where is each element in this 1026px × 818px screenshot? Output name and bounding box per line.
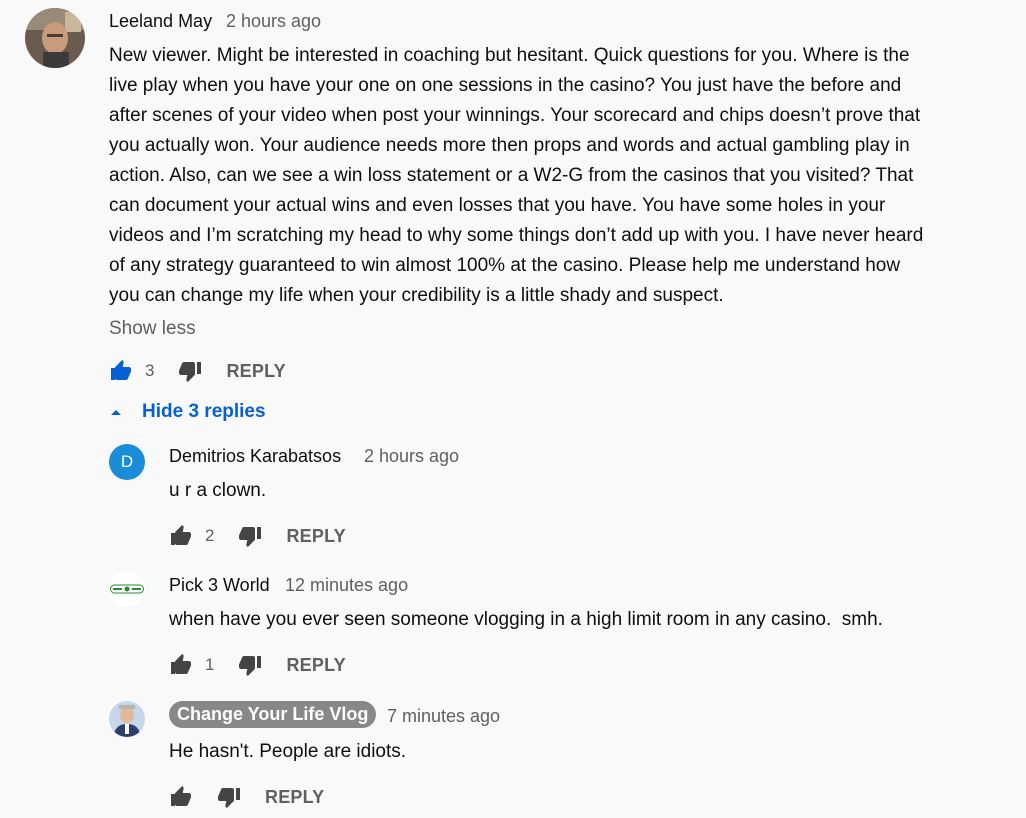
like-count: 2 xyxy=(205,526,215,545)
hide-replies-toggle[interactable]: Hide 3 replies xyxy=(109,401,266,423)
reply-button[interactable]: REPLY xyxy=(226,361,285,382)
avatar-change-your-life-vlog[interactable] xyxy=(109,701,145,737)
thumbs-down-icon xyxy=(179,362,202,382)
thumbs-down-icon xyxy=(239,656,262,676)
pick3world-logo-icon xyxy=(110,584,144,594)
comment-actions: 3 REPLY xyxy=(109,359,286,383)
show-less-link[interactable]: Show less xyxy=(109,318,196,340)
reply-timestamp[interactable]: 12 minutes ago xyxy=(285,575,408,596)
thumbs-down-icon xyxy=(239,527,262,547)
avatar-letter: D xyxy=(120,452,134,471)
like-count: 1 xyxy=(205,655,215,674)
dislike-button[interactable] xyxy=(217,785,241,809)
reply-button[interactable]: REPLY xyxy=(286,655,345,676)
reply-actions: 2 REPLY xyxy=(169,524,346,548)
comment-text-line: can document your actual wins and even l… xyxy=(109,195,886,216)
thumbs-up-icon xyxy=(111,360,131,380)
channel-owner-badge[interactable]: Change Your Life Vlog xyxy=(169,701,377,728)
collapse-arrow-icon xyxy=(109,401,123,423)
comment-text-line: live play when you have your one on one … xyxy=(109,75,902,96)
reply-author[interactable]: Pick 3 World xyxy=(169,575,270,596)
reply-author[interactable]: Demitrios Karabatsos xyxy=(169,446,341,467)
comment-text-line: videos and I’m scratching my head to why… xyxy=(109,225,924,246)
comment-text-line: New viewer. Might be interested in coach… xyxy=(109,45,910,66)
avatar-demitrios[interactable]: D xyxy=(109,444,145,480)
hide-replies-label: Hide 3 replies xyxy=(142,401,266,422)
avatar-photo xyxy=(25,8,85,68)
reply-button[interactable]: REPLY xyxy=(286,526,345,547)
thumbs-up-icon xyxy=(171,786,191,806)
reply-button[interactable]: REPLY xyxy=(265,787,324,808)
dislike-button[interactable] xyxy=(238,653,262,677)
thumbs-up-icon xyxy=(171,654,191,674)
avatar-leeland-may[interactable] xyxy=(25,8,85,68)
reply-text: He hasn't. People are idiots. xyxy=(169,741,407,762)
comment-text: New viewer. Might be interested in coach… xyxy=(109,41,1014,311)
comment-text-line: you can change my life when your credibi… xyxy=(109,285,724,306)
comment-text-line: after scenes of your video when post you… xyxy=(109,105,921,126)
like-button[interactable] xyxy=(169,524,193,548)
reply-actions: 1 REPLY xyxy=(169,653,346,677)
reply-text: when have you ever seen someone vlogging… xyxy=(169,609,883,630)
reply-actions: REPLY xyxy=(169,785,324,809)
avatar-photo xyxy=(109,701,145,737)
like-count: 3 xyxy=(145,361,155,380)
like-button[interactable] xyxy=(169,785,193,809)
thumbs-down-icon xyxy=(218,788,240,808)
avatar-pick3world[interactable] xyxy=(109,571,145,607)
dislike-button[interactable] xyxy=(178,359,202,383)
like-button[interactable] xyxy=(169,653,193,677)
comment-text-line: of any strategy guaranteed to win almost… xyxy=(109,255,901,276)
dislike-button[interactable] xyxy=(238,524,262,548)
comment-timestamp[interactable]: 2 hours ago xyxy=(226,11,321,32)
comment-author[interactable]: Leeland May xyxy=(109,11,212,32)
reply-timestamp[interactable]: 2 hours ago xyxy=(364,446,459,467)
comment-text-line: action. Also, can we see a win loss stat… xyxy=(109,165,914,186)
reply-timestamp[interactable]: 7 minutes ago xyxy=(387,706,500,727)
comment-text-line: you actually won. Your audience needs mo… xyxy=(109,135,910,156)
like-button[interactable] xyxy=(109,359,133,383)
reply-text: u r a clown. xyxy=(169,480,267,501)
thumbs-up-icon xyxy=(171,525,191,545)
